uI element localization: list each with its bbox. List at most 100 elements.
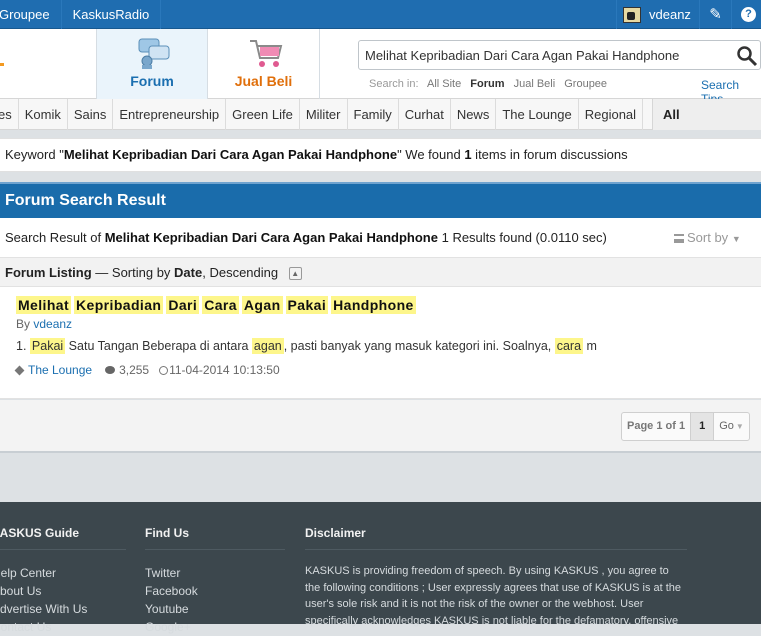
footer-guide-title: KASKUS Guide (0, 526, 80, 540)
pencil-icon[interactable]: ✎ (699, 0, 731, 29)
scope-groupee[interactable]: Groupee (564, 78, 607, 90)
snippet-highlight: agan (251, 338, 284, 354)
footer-guide-list: Help Center About Us Advertise With Us C… (0, 564, 87, 636)
view-count: 3,255 (119, 363, 150, 377)
top-links: Groupee KaskusRadio (0, 0, 162, 29)
page-info: Page 1 of 1 (622, 413, 692, 440)
footer-divider (145, 549, 285, 550)
pagination: Page 1 of 1 1 Go ▼ (621, 412, 750, 441)
result-title[interactable]: Melihat Kepribadian Dari Cara Agan Pakai Handp… (16, 296, 419, 314)
user-menu[interactable]: vdeanz (616, 0, 697, 29)
search-icon[interactable] (736, 45, 758, 67)
logo-fragment (0, 63, 4, 66)
result-author-line: By vdeanz (16, 317, 72, 331)
collapse-toggle-icon[interactable]: ▲ (288, 267, 302, 280)
footer-find-list: Twitter Facebook Youtube Google+ (145, 564, 198, 636)
title-word: Handphone (331, 296, 416, 314)
snippet-number: 1. (16, 339, 27, 353)
footer-link[interactable]: Google+ (145, 618, 198, 636)
snippet-text: m (583, 339, 597, 353)
title-word: Pakai (285, 296, 329, 314)
listing-order: , Descending (202, 265, 279, 280)
footer-link[interactable]: Youtube (145, 600, 198, 618)
avatar (623, 6, 641, 23)
username: vdeanz (649, 7, 691, 22)
category-item[interactable]: Family (348, 99, 399, 130)
keyword-text: Melihat Kepribadian Dari Cara Agan Pakai… (63, 147, 398, 162)
comment-icon (105, 366, 116, 374)
clock-icon (159, 365, 169, 375)
search-input[interactable] (365, 46, 725, 64)
title-word: Agan (241, 296, 283, 314)
chevron-down-icon: ▼ (731, 234, 741, 244)
result-summary: Search Result of Melihat Kepribadian Dar… (0, 218, 761, 258)
title-word: Cara (202, 296, 239, 314)
result-meta: The Lounge 3,255 11-04-2014 10:13:50 (14, 363, 280, 377)
title-word: Dari (166, 296, 200, 314)
scope-all-site[interactable]: All Site (427, 78, 461, 90)
result-item: Melihat Kepribadian Dari Cara Agan Pakai Handp… (0, 287, 761, 399)
category-item[interactable]: Militer (300, 99, 348, 130)
nav-forum-label: Forum (130, 73, 174, 89)
keyword-summary: Keyword "Melihat Kepribadian Dari Cara A… (0, 138, 761, 172)
category-item[interactable]: es (0, 99, 19, 130)
top-navbar: Groupee KaskusRadio vdeanz ✎ ? (0, 0, 761, 29)
listing-label: Forum Listing (5, 265, 92, 280)
nav-forum[interactable]: Forum (96, 29, 208, 99)
title-word: Kepribadian (74, 296, 164, 314)
sort-by-dropdown[interactable]: Sort by ▼ (674, 218, 741, 259)
snippet-text: , pasti banyak yang masuk kategori ini. … (283, 339, 555, 353)
footer-link[interactable]: Twitter (145, 564, 198, 582)
category-item[interactable]: Green Life (226, 99, 300, 130)
category-item[interactable]: Regional (579, 99, 644, 130)
go-label: Go (719, 420, 734, 432)
result-snippet: 1. Pakai Satu Tangan Beberapa di antara … (16, 338, 597, 354)
category-item[interactable]: Entrepreneurship (113, 99, 227, 130)
category-item[interactable]: The Lounge (496, 99, 579, 130)
chevron-down-icon: ▼ (735, 422, 744, 431)
panel-heading: Forum Search Result (0, 182, 761, 218)
cart-icon (250, 40, 283, 67)
listing-bar: Forum Listing — Sorting by Date, Descend… (0, 258, 761, 287)
footer-link[interactable]: Advertise With Us (0, 600, 87, 618)
snippet-text: Satu Tangan Beberapa di antara (65, 339, 252, 353)
keyword-mid: " We found (397, 147, 465, 162)
search-scope: Search in: All Site Forum Jual Beli Grou… (369, 78, 613, 90)
forum-icon (138, 38, 170, 69)
disclaimer-text: KASKUS is providing freedom of speech. B… (305, 565, 682, 627)
by-label: By (16, 317, 34, 331)
help-button[interactable]: ? (731, 0, 761, 29)
keyword-count: 1 (464, 147, 472, 162)
scope-jual-beli[interactable]: Jual Beli (514, 78, 556, 90)
post-date: 11-04-2014 10:13:50 (169, 363, 280, 377)
page-current[interactable]: 1 (691, 413, 715, 440)
sort-by-label: Sort by (687, 230, 729, 245)
go-dropdown[interactable]: Go ▼ (714, 413, 749, 440)
summary-suffix: 1 Results found (0.0110 sec) (437, 230, 607, 245)
category-item[interactable]: News (451, 99, 497, 130)
snippet-highlight: Pakai (29, 338, 66, 354)
scope-forum[interactable]: Forum (470, 78, 504, 90)
summary-query: Melihat Kepribadian Dari Cara Agan Pakai… (104, 230, 438, 245)
footer: KASKUS Guide Help Center About Us Advert… (0, 502, 761, 634)
author-link[interactable]: vdeanz (33, 317, 72, 331)
pagination-row: Page 1 of 1 1 Go ▼ (0, 400, 761, 453)
category-list: es Komik Sains Entrepreneurship Green Li… (0, 99, 644, 130)
footer-link[interactable]: About Us (0, 582, 87, 600)
all-categories-dropdown[interactable]: All categories▼ (652, 99, 761, 153)
category-link[interactable]: The Lounge (28, 363, 92, 377)
category-item[interactable]: Curhat (399, 99, 451, 130)
footer-divider (305, 549, 687, 550)
help-icon: ? (741, 7, 756, 22)
nav-jual-beli[interactable]: Jual Beli (208, 29, 320, 99)
footer-link[interactable]: Facebook (145, 582, 198, 600)
groupee-link[interactable]: Groupee (0, 0, 62, 29)
kaskusradio-link[interactable]: KaskusRadio (62, 0, 162, 29)
listing-sep: — Sorting by (91, 265, 175, 280)
footer-link[interactable]: Help Center (0, 564, 87, 582)
footer-link[interactable]: Contact Us (0, 618, 87, 636)
summary-prefix: Search Result of (5, 230, 105, 245)
category-item[interactable]: Komik (19, 99, 68, 130)
category-item[interactable]: Sains (68, 99, 114, 130)
list-icon (674, 234, 684, 243)
